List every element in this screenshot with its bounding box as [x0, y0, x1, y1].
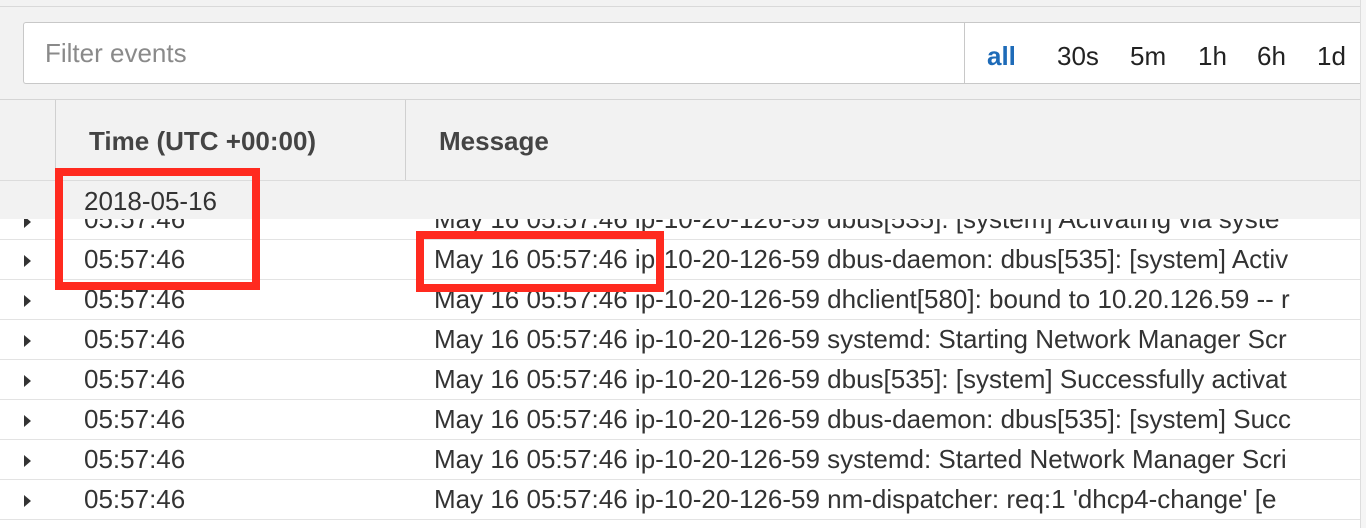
event-time: 05:57:46: [84, 484, 186, 514]
date-time-highlight-box: [55, 168, 260, 290]
range-1h[interactable]: 1h: [1198, 23, 1227, 83]
event-time: 05:57:46: [84, 324, 186, 354]
expand-arrow-icon[interactable]: [24, 455, 31, 467]
vertical-scrollbar[interactable]: [1360, 0, 1366, 528]
event-message: May 16 05:57:46 ip-10-20-126-59 systemd:…: [434, 444, 1287, 474]
filter-events-input[interactable]: [24, 23, 964, 83]
range-6h[interactable]: 6h: [1257, 23, 1286, 83]
top-divider: [0, 6, 1360, 7]
table-row[interactable]: 05:57:46 May 16 05:57:46 ip-10-20-126-59…: [0, 320, 1360, 360]
event-time: 05:57:46: [84, 404, 186, 434]
expand-arrow-icon[interactable]: [24, 295, 31, 307]
event-time: 05:57:46: [84, 364, 186, 394]
range-5m[interactable]: 5m: [1130, 23, 1166, 83]
expand-arrow-icon[interactable]: [24, 375, 31, 387]
table-row[interactable]: 05:57:46 May 16 05:57:46 ip-10-20-126-59…: [0, 400, 1360, 440]
range-30s[interactable]: 30s: [1057, 23, 1099, 83]
message-timestamp-highlight-box: [416, 231, 664, 292]
table-row[interactable]: 05:57:46 May 16 05:57:46 ip-10-20-126-59…: [0, 440, 1360, 480]
expand-arrow-icon[interactable]: [24, 495, 31, 507]
table-row[interactable]: 05:57:46 May 16 05:57:46 ip-10-20-126-59…: [0, 480, 1360, 520]
event-message: May 16 05:57:46 ip-10-20-126-59 dbus-dae…: [434, 404, 1292, 434]
range-all[interactable]: all: [987, 23, 1016, 83]
event-time: 05:57:46: [84, 444, 186, 474]
filter-events-box[interactable]: [23, 22, 964, 84]
event-message: May 16 05:57:46 ip-10-20-126-59 dbus[535…: [434, 364, 1287, 394]
range-1d[interactable]: 1d: [1317, 23, 1346, 83]
expand-arrow-icon[interactable]: [24, 219, 31, 228]
time-range-selector: all 30s 5m 1h 6h 1d: [964, 22, 1360, 84]
event-message: May 16 05:57:46 ip-10-20-126-59 nm-dispa…: [434, 484, 1277, 514]
expand-arrow-icon[interactable]: [24, 255, 31, 267]
column-divider: [405, 100, 406, 180]
table-row[interactable]: 05:57:46 May 16 05:57:46 ip-10-20-126-59…: [0, 360, 1360, 400]
toolbar: all 30s 5m 1h 6h 1d: [0, 0, 1360, 100]
expand-arrow-icon[interactable]: [24, 415, 31, 427]
expand-arrow-icon[interactable]: [24, 335, 31, 347]
event-message: May 16 05:57:46 ip-10-20-126-59 systemd:…: [434, 324, 1287, 354]
message-column-header[interactable]: Message: [439, 100, 549, 180]
